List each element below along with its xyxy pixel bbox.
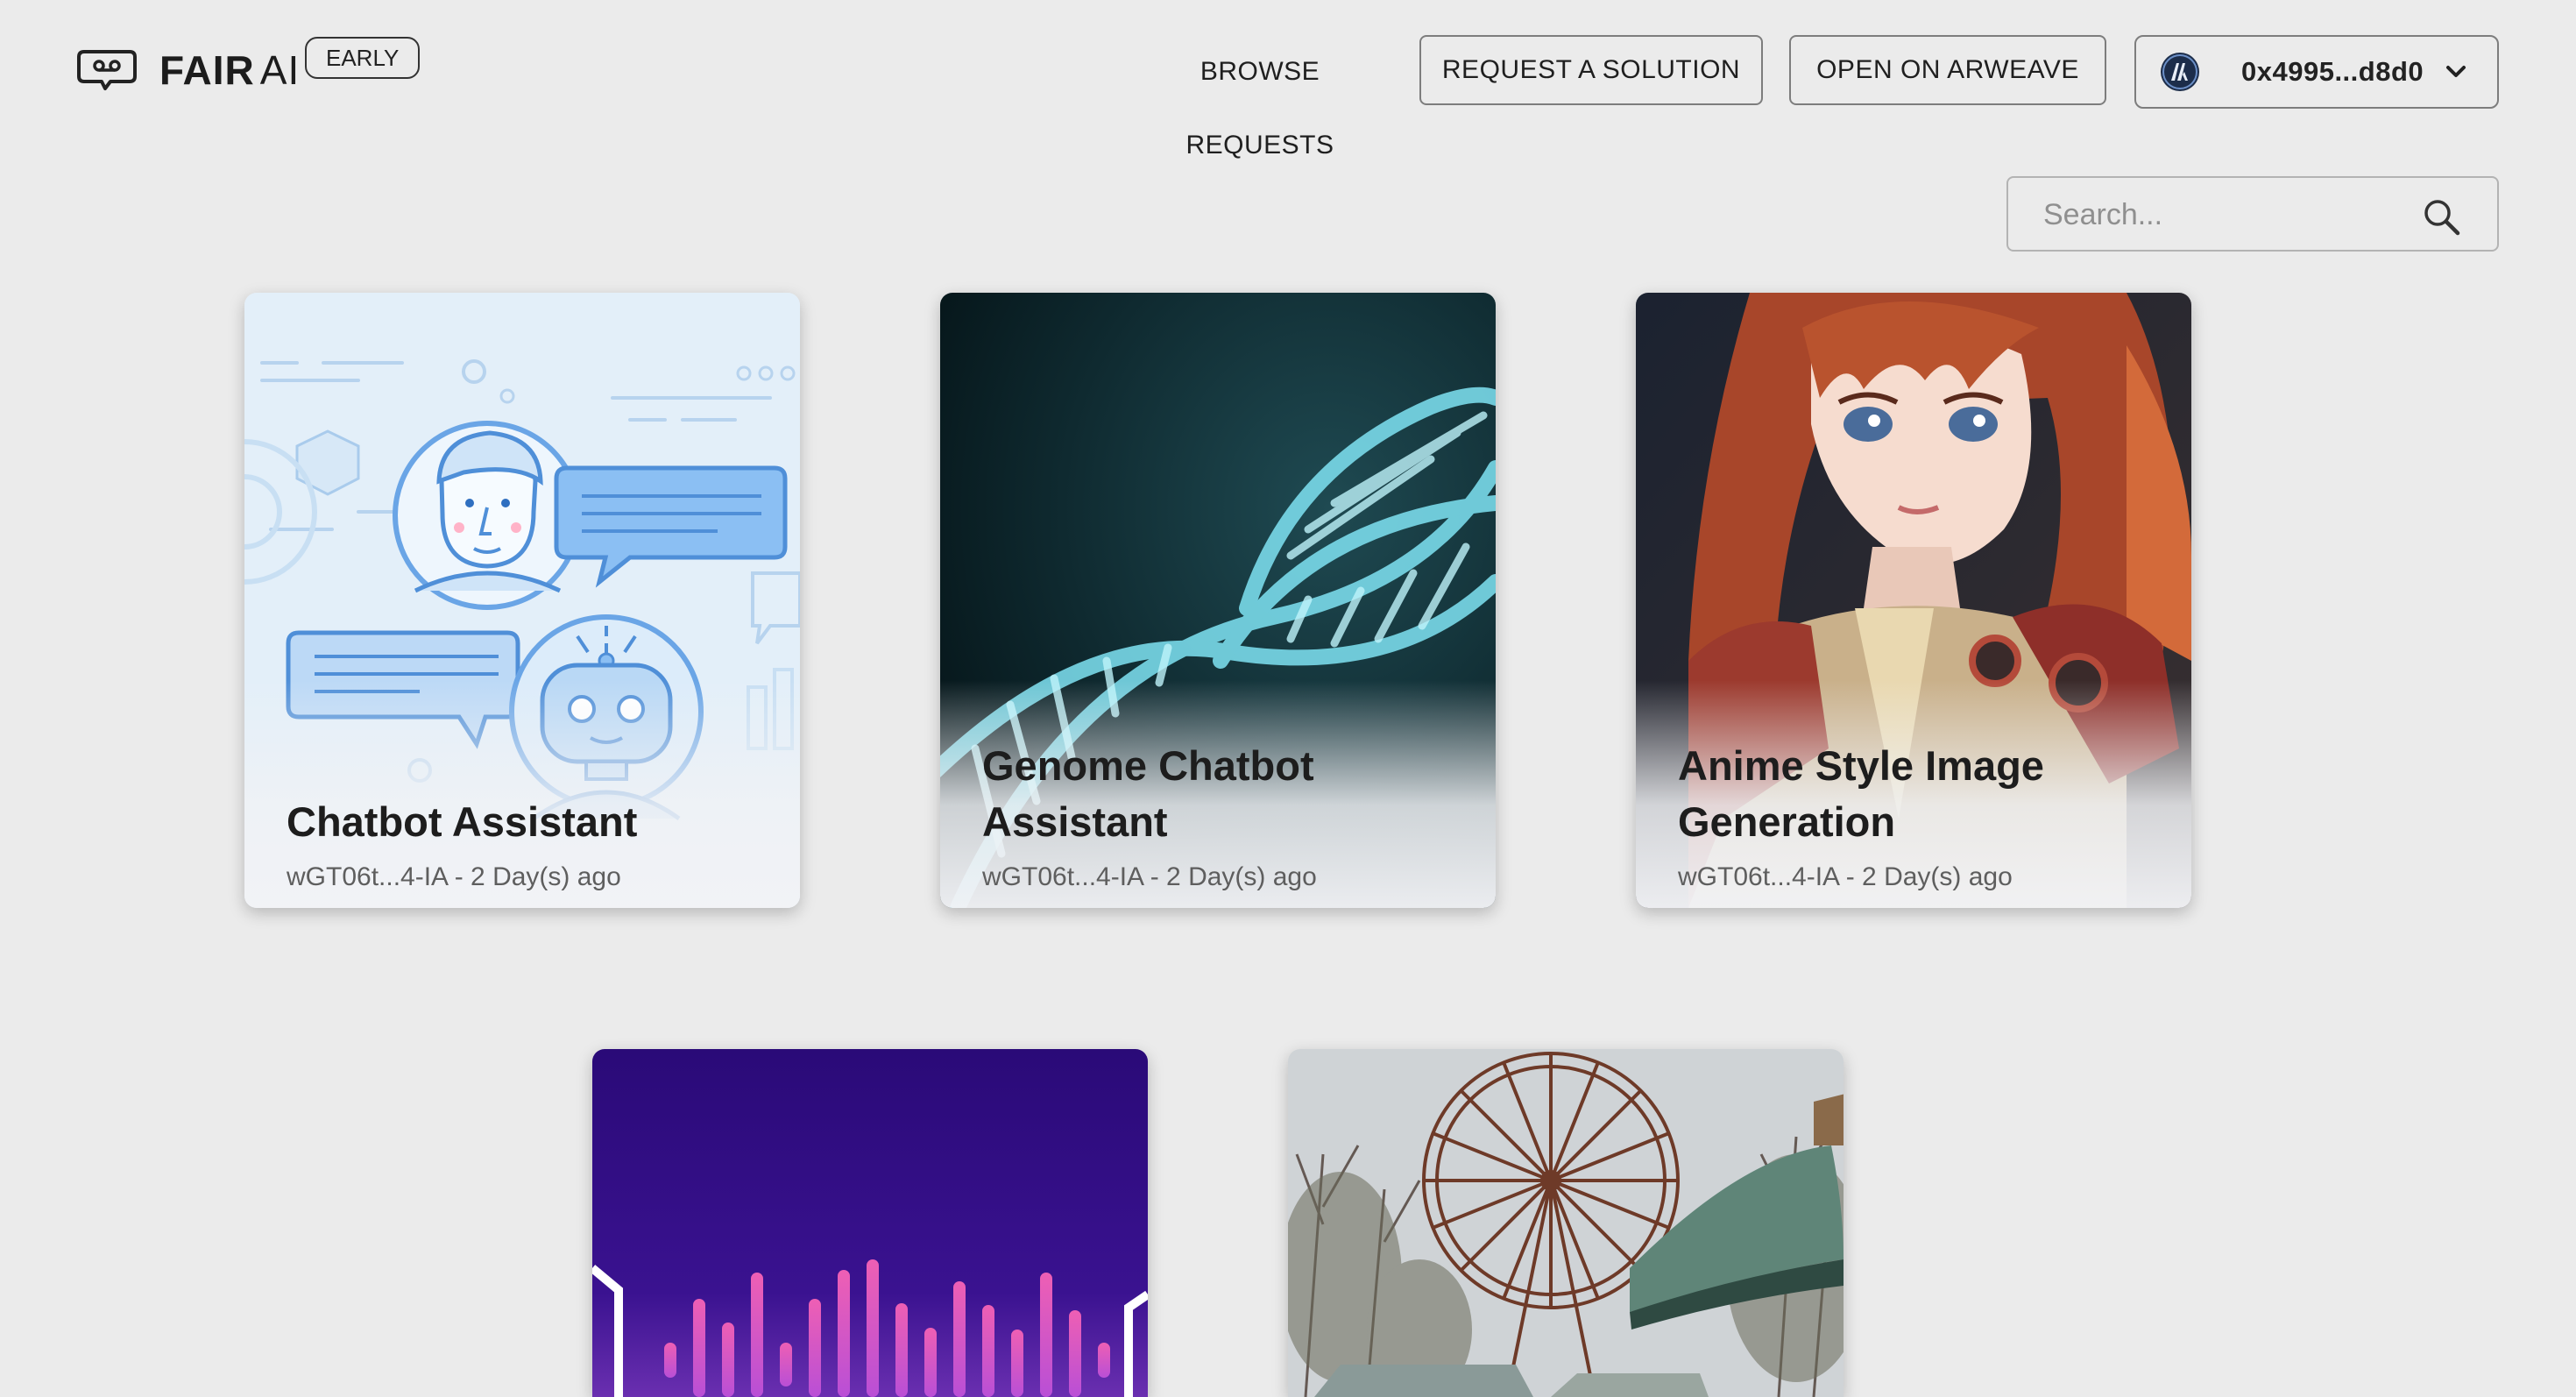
solution-card-genome[interactable]: Genome Chatbot Assistant wGT06t...4-IA -… [940,293,1496,908]
search-icon[interactable] [2420,195,2462,238]
search-input[interactable] [2042,178,2396,252]
wallet-button[interactable]: 0x4995...d8d0 [2134,35,2499,109]
early-badge: EARLY [305,37,421,79]
solution-card-anime[interactable]: Anime Style Image Generation wGT06t...4-… [1636,293,2191,908]
brand-name: FAIR AI [159,46,300,94]
ferris-wheel-image [1288,1049,1844,1397]
chat-bubble-logo-icon [77,50,137,90]
card-meta: wGT06t...4-IA - 2 Day(s) ago [1678,862,2013,891]
logo[interactable]: FAIR AI [75,35,300,105]
request-solution-button[interactable]: REQUEST A SOLUTION [1419,35,1763,105]
browse-requests-link[interactable]: BROWSE REQUESTS [1123,35,1397,160]
card-title: Genome Chatbot Assistant [982,742,1314,845]
solution-card-ferris-wheel[interactable] [1288,1049,1844,1397]
card-title: Chatbot Assistant [287,798,638,845]
audio-waveform-image [592,1049,1148,1397]
card-meta: wGT06t...4-IA - 2 Day(s) ago [287,862,621,891]
open-arweave-button[interactable]: OPEN ON ARWEAVE [1789,35,2106,105]
card-title: Anime Style Image Generation [1678,742,2044,845]
solution-card-chatbot[interactable]: Chatbot Assistant wGT06t...4-IA - 2 Day(… [244,293,800,908]
brand-light: AI [259,47,301,93]
solution-card-audio[interactable] [592,1049,1148,1397]
chevron-down-icon [2446,66,2466,77]
arweave-icon [2161,53,2199,91]
search-box [2006,176,2499,252]
brand-strong: FAIR [159,47,255,93]
wallet-address: 0x4995...d8d0 [2241,56,2424,87]
card-meta: wGT06t...4-IA - 2 Day(s) ago [982,862,1317,891]
